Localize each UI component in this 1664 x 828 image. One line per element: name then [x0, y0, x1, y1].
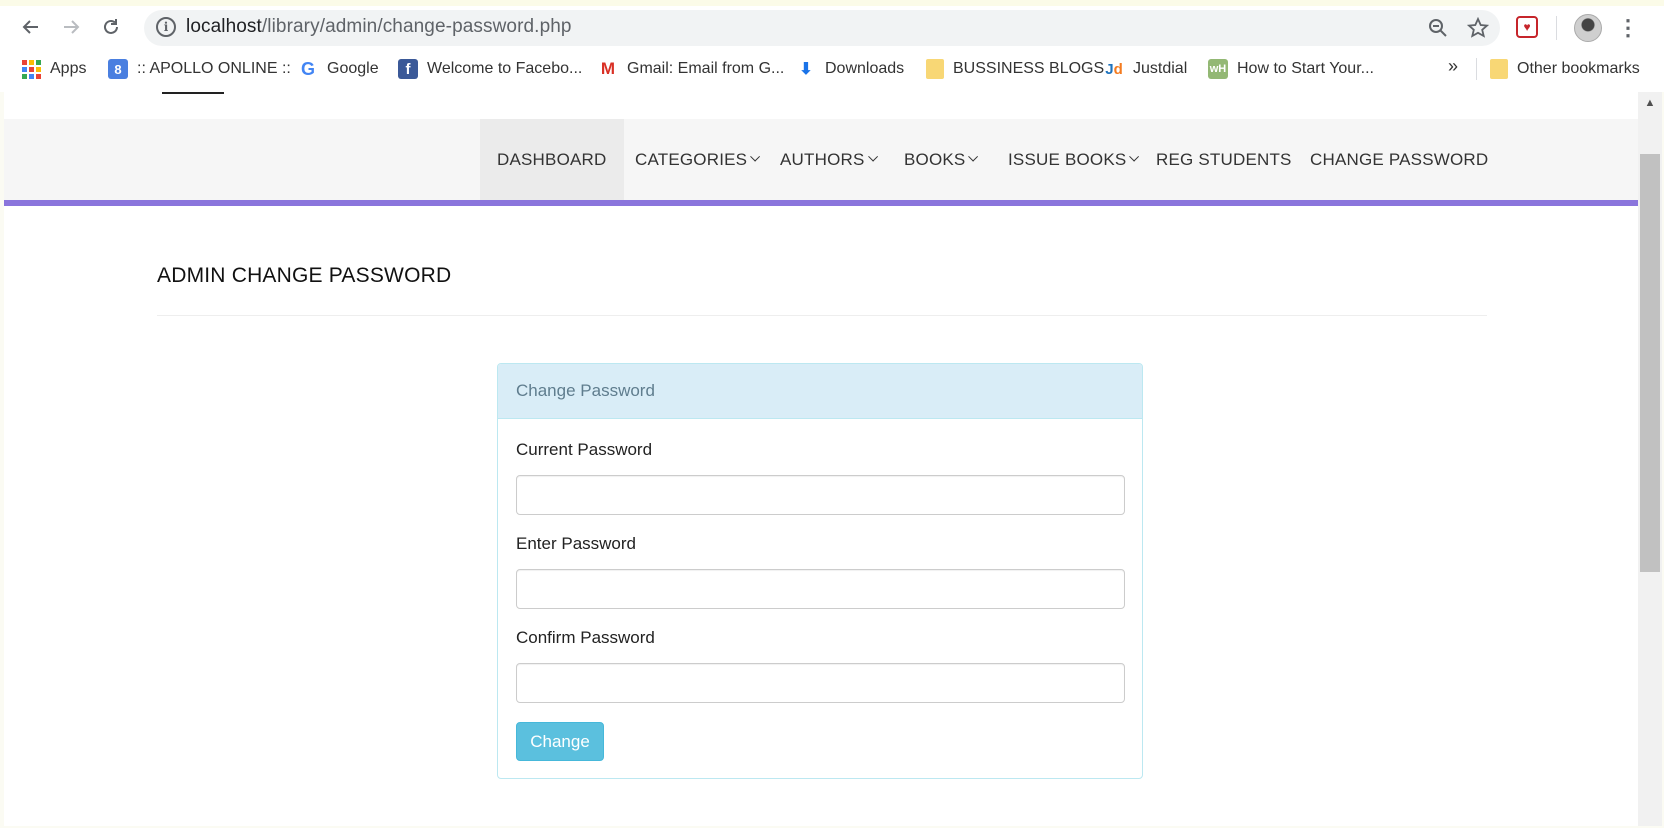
- toolbar-separator: [1556, 16, 1557, 40]
- bookmark-apollo[interactable]: 8 :: APOLLO ONLINE ::: [108, 56, 291, 82]
- folder-icon: [926, 59, 944, 79]
- nav-label: CATEGORIES: [635, 149, 748, 169]
- nav-label: DASHBOARD: [497, 149, 607, 169]
- pocket-extension-icon[interactable]: ♥: [1516, 16, 1538, 38]
- google-icon: G: [300, 58, 315, 79]
- bookmark-google[interactable]: G Google: [298, 56, 379, 82]
- bookmark-justdial[interactable]: Jd Justdial: [1104, 56, 1187, 82]
- nav-label: CHANGE PASSWORD: [1310, 149, 1489, 169]
- bookmark-gmail[interactable]: M Gmail: Email from G...: [598, 56, 784, 82]
- heading-divider: [157, 315, 1487, 316]
- bookmarks-bar: Apps 8 :: APOLLO ONLINE :: G Google f We…: [0, 52, 1664, 84]
- browser-menu-icon[interactable]: ⋮: [1617, 14, 1639, 42]
- bookmark-star-button[interactable]: [1464, 14, 1492, 42]
- confirm-password-label: Confirm Password: [516, 628, 655, 647]
- reload-icon: [104, 19, 118, 34]
- bookmark-label: Google: [327, 60, 379, 77]
- nav-dashboard[interactable]: DASHBOARD: [480, 119, 624, 200]
- nav-label: ISSUE BOOKS: [1008, 149, 1127, 169]
- current-password-input[interactable]: [516, 475, 1125, 515]
- chevron-down-icon: [1129, 151, 1140, 162]
- bookmark-label: BUSSINESS BLOGS: [953, 60, 1105, 77]
- current-password-label: Current Password: [516, 440, 653, 459]
- reload-button[interactable]: [96, 12, 126, 42]
- star-icon: [1467, 17, 1489, 38]
- download-icon: ⬇: [799, 61, 813, 78]
- bookmark-label: Downloads: [825, 60, 905, 77]
- apps-grid-icon: [22, 59, 41, 79]
- scrollbar-thumb[interactable]: [1640, 154, 1660, 572]
- bookmark-label: :: APOLLO ONLINE ::: [137, 60, 291, 77]
- panel-heading: Change Password: [498, 364, 1142, 419]
- url-path: /library/admin/change-password.php: [261, 16, 572, 37]
- confirm-password-input[interactable]: [516, 663, 1125, 703]
- gmail-icon: M: [600, 59, 616, 78]
- bookmark-label: Justdial: [1133, 60, 1188, 77]
- address-url[interactable]: localhost/library/admin/change-password.…: [186, 16, 572, 38]
- page-title: ADMIN CHANGE PASSWORD: [157, 264, 452, 287]
- chevron-down-icon: [867, 151, 878, 162]
- enter-password-input[interactable]: [516, 569, 1125, 609]
- justdial-icon: Jd: [1105, 60, 1123, 78]
- bookmark-wikihow[interactable]: wH How to Start Your...: [1208, 56, 1374, 82]
- bookmark-business-blogs[interactable]: BUSSINESS BLOGS: [926, 56, 1104, 82]
- navbar-accent-border: [4, 200, 1638, 206]
- nav-change-password[interactable]: CHANGE PASSWORD: [1293, 119, 1505, 200]
- zoom-out-icon: [1429, 19, 1447, 37]
- nav-reg-students[interactable]: REG STUDENTS: [1139, 119, 1309, 200]
- nav-categories[interactable]: CATEGORIES: [618, 119, 777, 200]
- change-button[interactable]: Change: [516, 722, 604, 761]
- main-navbar: DASHBOARD CATEGORIES AUTHORS BOOKS ISSUE…: [4, 119, 1638, 200]
- arrow-right-icon: [64, 20, 80, 34]
- nav-issue-books[interactable]: ISSUE BOOKS: [991, 119, 1156, 200]
- apollo-icon: 8: [108, 59, 128, 79]
- bookmark-downloads[interactable]: ⬇ Downloads: [796, 56, 904, 82]
- nav-label: REG STUDENTS: [1156, 149, 1292, 169]
- bookmark-label: Other bookmarks: [1517, 60, 1640, 77]
- bookmark-label: Welcome to Facebo...: [427, 60, 583, 77]
- bookmark-label: Apps: [50, 60, 87, 77]
- logo-fragment: [162, 92, 224, 94]
- forward-button[interactable]: [56, 12, 86, 42]
- enter-password-label: Enter Password: [516, 534, 636, 553]
- chevron-down-icon: [968, 151, 979, 162]
- nav-authors[interactable]: AUTHORS: [763, 119, 895, 200]
- back-button[interactable]: [16, 12, 46, 42]
- nav-books[interactable]: BOOKS: [887, 119, 995, 200]
- change-password-panel: Change Password Current Password Enter P…: [497, 363, 1143, 779]
- page-viewport: DASHBOARD CATEGORIES AUTHORS BOOKS ISSUE…: [4, 92, 1638, 826]
- nav-label: BOOKS: [904, 149, 966, 169]
- nav-label: AUTHORS: [780, 149, 865, 169]
- bookmark-other[interactable]: Other bookmarks: [1490, 56, 1640, 82]
- profile-avatar[interactable]: [1574, 14, 1602, 42]
- scroll-up-arrow-icon[interactable]: ▲: [1638, 92, 1662, 114]
- bookmark-label: Gmail: Email from G...: [627, 60, 785, 77]
- arrow-left-icon: [22, 20, 38, 34]
- facebook-icon: f: [398, 59, 418, 79]
- bookmark-label: How to Start Your...: [1237, 60, 1374, 77]
- bookmarks-separator: [1476, 58, 1477, 80]
- zoom-button[interactable]: [1424, 14, 1452, 42]
- bookmark-facebook[interactable]: f Welcome to Facebo...: [398, 56, 582, 82]
- window-top-strip: [0, 0, 1664, 6]
- wikihow-icon: wH: [1208, 59, 1228, 79]
- bookmark-apps[interactable]: Apps: [22, 56, 86, 82]
- folder-icon: [1490, 59, 1508, 79]
- chevron-down-icon: [750, 151, 761, 162]
- browser-chrome: i localhost/library/admin/change-passwor…: [0, 0, 1664, 92]
- panel-title: Change Password: [516, 381, 655, 400]
- url-host: localhost: [186, 16, 262, 37]
- more-bookmarks-button[interactable]: »: [1448, 56, 1458, 77]
- info-icon[interactable]: i: [156, 17, 176, 37]
